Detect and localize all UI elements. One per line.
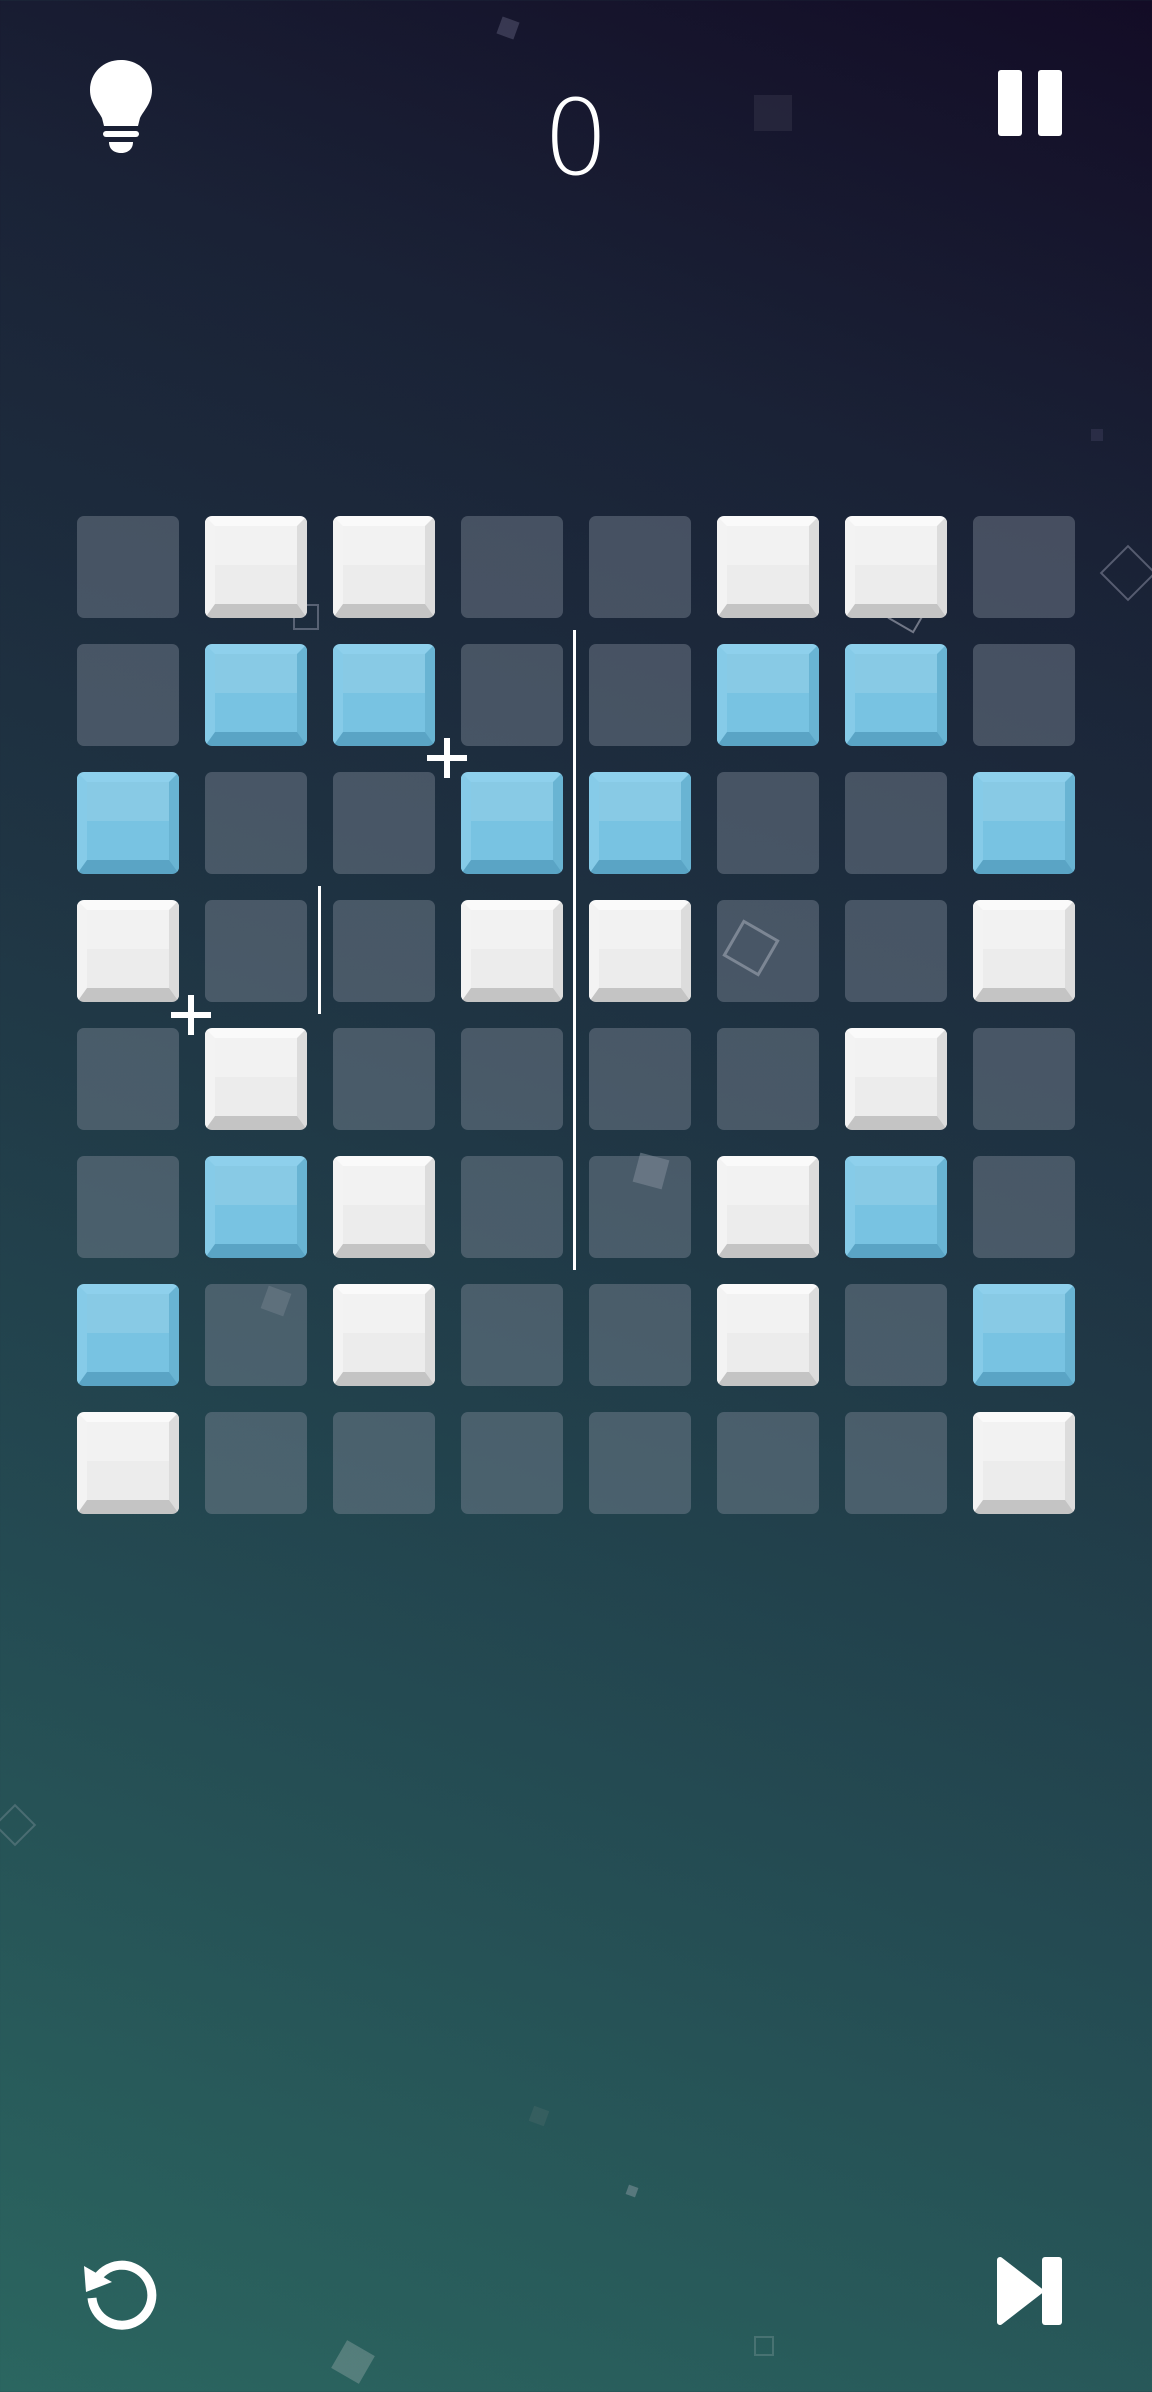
empty-tile-r8-c7[interactable]	[845, 1412, 947, 1514]
white-tile-r5-c2[interactable]	[205, 1028, 307, 1130]
empty-tile-r3-c6[interactable]	[717, 772, 819, 874]
empty-tile-r3-c7[interactable]	[845, 772, 947, 874]
blue-tile-r3-c4[interactable]	[461, 772, 563, 874]
blue-tile-r7-c8[interactable]	[973, 1284, 1075, 1386]
white-tile-r1-c2[interactable]	[205, 516, 307, 618]
blue-tile-r2-c6[interactable]	[717, 644, 819, 746]
empty-tile-r2-c1[interactable]	[77, 644, 179, 746]
empty-tile-r6-c4[interactable]	[461, 1156, 563, 1258]
white-tile-r4-c1[interactable]	[77, 900, 179, 1002]
white-tile-r1-c3[interactable]	[333, 516, 435, 618]
empty-tile-r5-c1[interactable]	[77, 1028, 179, 1130]
blue-tile-r3-c5[interactable]	[589, 772, 691, 874]
blue-tile-r3-c8[interactable]	[973, 772, 1075, 874]
game-board	[0, 0, 1152, 1600]
empty-tile-r4-c3[interactable]	[333, 900, 435, 1002]
white-tile-r8-c1[interactable]	[77, 1412, 179, 1514]
empty-tile-r2-c4[interactable]	[461, 644, 563, 746]
empty-tile-r7-c2[interactable]	[205, 1284, 307, 1386]
empty-tile-r8-c4[interactable]	[461, 1412, 563, 1514]
blue-tile-r6-c2[interactable]	[205, 1156, 307, 1258]
blue-tile-r3-c1[interactable]	[77, 772, 179, 874]
mirror-line-vertical-main	[573, 630, 576, 1270]
white-tile-r4-c5[interactable]	[589, 900, 691, 1002]
plus-marker	[171, 995, 211, 1035]
empty-tile-r5-c4[interactable]	[461, 1028, 563, 1130]
empty-tile-r8-c5[interactable]	[589, 1412, 691, 1514]
empty-tile-r8-c3[interactable]	[333, 1412, 435, 1514]
white-tile-r4-c4[interactable]	[461, 900, 563, 1002]
empty-tile-r1-c5[interactable]	[589, 516, 691, 618]
blue-tile-r2-c2[interactable]	[205, 644, 307, 746]
empty-tile-r6-c5[interactable]	[589, 1156, 691, 1258]
skip-level-button[interactable]	[996, 2256, 1064, 2326]
empty-tile-r8-c2[interactable]	[205, 1412, 307, 1514]
empty-tile-r7-c5[interactable]	[589, 1284, 691, 1386]
blue-tile-r2-c3[interactable]	[333, 644, 435, 746]
empty-tile-r5-c8[interactable]	[973, 1028, 1075, 1130]
empty-tile-r1-c4[interactable]	[461, 516, 563, 618]
empty-tile-r7-c7[interactable]	[845, 1284, 947, 1386]
empty-tile-r4-c2[interactable]	[205, 900, 307, 1002]
white-tile-r1-c7[interactable]	[845, 516, 947, 618]
empty-tile-r2-c8[interactable]	[973, 644, 1075, 746]
blue-tile-r7-c1[interactable]	[77, 1284, 179, 1386]
blue-tile-r2-c7[interactable]	[845, 644, 947, 746]
plus-marker	[427, 738, 467, 778]
white-tile-r5-c7[interactable]	[845, 1028, 947, 1130]
empty-tile-r6-c1[interactable]	[77, 1156, 179, 1258]
blue-tile-r6-c7[interactable]	[845, 1156, 947, 1258]
empty-tile-r8-c6[interactable]	[717, 1412, 819, 1514]
restart-icon	[84, 2260, 157, 2330]
empty-tile-r6-c8[interactable]	[973, 1156, 1075, 1258]
white-tile-r7-c3[interactable]	[333, 1284, 435, 1386]
white-tile-r4-c8[interactable]	[973, 900, 1075, 1002]
white-tile-r8-c8[interactable]	[973, 1412, 1075, 1514]
white-tile-r6-c3[interactable]	[333, 1156, 435, 1258]
empty-tile-r3-c3[interactable]	[333, 772, 435, 874]
empty-tile-r1-c8[interactable]	[973, 516, 1075, 618]
empty-tile-r7-c4[interactable]	[461, 1284, 563, 1386]
empty-tile-r1-c1[interactable]	[77, 516, 179, 618]
white-tile-r1-c6[interactable]	[717, 516, 819, 618]
empty-tile-r3-c2[interactable]	[205, 772, 307, 874]
empty-tile-r5-c3[interactable]	[333, 1028, 435, 1130]
mirror-line-vertical-small	[318, 886, 321, 1014]
white-tile-r7-c6[interactable]	[717, 1284, 819, 1386]
empty-tile-r4-c7[interactable]	[845, 900, 947, 1002]
empty-tile-r2-c5[interactable]	[589, 644, 691, 746]
empty-tile-r5-c6[interactable]	[717, 1028, 819, 1130]
white-tile-r6-c6[interactable]	[717, 1156, 819, 1258]
skip-icon	[997, 2257, 1062, 2325]
empty-tile-r4-c6[interactable]	[717, 900, 819, 1002]
empty-tile-r5-c5[interactable]	[589, 1028, 691, 1130]
restart-button[interactable]	[82, 2254, 158, 2330]
